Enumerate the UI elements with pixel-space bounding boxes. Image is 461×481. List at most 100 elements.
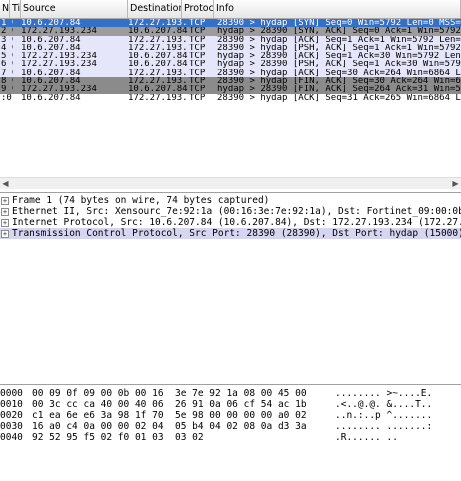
packet-number: 7 C [1,68,13,78]
packet-protocol: TCP [189,93,206,102]
detail-row-ethernet[interactable]: + Ethernet II, Src: Xensourc_7e:92:1a (0… [0,206,461,217]
packet-source: 10.6.207.84 [21,68,81,78]
packet-destination: 172.27.193.234 [128,35,188,44]
packet-info: 28390 > hydap [PSH, ACK] Seq=1 Ack=1 Win… [217,43,461,53]
packet-number: :0 C [1,93,13,102]
byte-ascii[interactable]: .R...... .. [335,432,398,443]
packet-info: hydap > 28390 [FIN, ACK] Seq=264 Ack=31 … [217,85,461,94]
packet-row[interactable]: 5 C 172.27.193.234 10.6.207.84TCP hydap > 2… [0,52,461,61]
packet-rows: 1 C10.6.207.84172.27.193.234TCP28390 > h… [0,19,461,102]
byte-ascii[interactable]: ........ .......: [335,421,432,432]
byte-ascii[interactable]: ........ >~....E. [335,388,432,399]
packet-source: 10.6.207.84 [21,93,81,102]
packet-destination: 172.27.193.234 [128,19,188,28]
packet-destination: 10.6.207.84 [128,27,188,36]
packet-row[interactable]: :0 C 10.6.207.84 172.27.193.234TCP 28390 > … [0,93,461,102]
packet-protocol: TCP [189,52,206,61]
packet-source: 172.27.193.234 [21,52,97,61]
detail-row-frame[interactable]: + Frame 1 (74 bytes on wire, 74 bytes ca… [0,195,461,206]
packet-destination: 10.6.207.84 [128,60,188,69]
column-header-protocol[interactable]: Protocol [182,0,214,18]
packet-row[interactable]: 7 C 10.6.207.84 172.27.193.234TCP 28390 > h… [0,68,461,78]
packet-number: 4 C [1,43,13,53]
column-header-no[interactable]: No. [0,0,10,18]
packet-row[interactable]: 1 C 10.6.207.84 172.27.193.234TCP 28390 > h… [0,19,461,28]
packet-row[interactable]: 2 C 172.27.193.234 10.6.207.84TCP hydap > 2… [0,27,461,36]
packet-info: hydap > 28390 [PSH, ACK] Seq=1 Ack=30 Wi… [217,60,461,69]
packet-number: 1 C [1,19,13,28]
byte-hex[interactable]: 00 3c cc ca 40 00 40 06 26 91 0a 06 cf 5… [32,399,307,410]
packet-info: 28390 > hydap [ACK] Seq=1 Ack=1 Win=5792… [217,35,461,44]
scroll-right-icon[interactable]: ▶ [450,178,461,189]
expand-plus-icon[interactable]: + [1,230,9,238]
packet-source: 10.6.207.84 [21,35,81,44]
packet-source: 172.27.193.234 [21,27,97,36]
packet-protocol: TCP [189,43,206,53]
packet-row[interactable]: 6 C 172.27.193.234 10.6.207.84TCP hydap > 2… [0,60,461,69]
detail-row-text: Frame 1 (74 bytes on wire, 74 bytes capt… [12,195,270,206]
byte-hex[interactable]: 00 09 0f 09 00 0b 00 16 3e 7e 92 1a 08 0… [32,388,307,399]
byte-offset[interactable]: 0030 [0,421,23,432]
packet-source: 10.6.207.84 [21,19,81,28]
packet-list-horizontal-scrollbar[interactable]: ◀ ▶ [0,177,461,189]
packet-source: 10.6.207.84 [21,43,81,53]
packet-info: 28390 > hydap [ACK] Seq=30 Ack=264 Win=6… [217,68,461,78]
packet-details-pane[interactable]: + Frame 1 (74 bytes on wire, 74 bytes ca… [0,192,461,383]
packet-row[interactable]: 3 C 10.6.207.84 172.27.193.234TCP 28390 > h… [0,35,461,44]
detail-row-ip[interactable]: + Internet Protocol, Src: 10.6.207.84 (1… [0,217,461,228]
packet-protocol: TCP [189,68,206,78]
packet-protocol: TCP [189,77,206,86]
packet-info: 28390 > hydap [ACK] Seq=31 Ack=265 Win=6… [217,93,461,102]
detail-row-text: Ethernet II, Src: Xensourc_7e:92:1a (00:… [12,206,461,217]
packet-destination: 172.27.193.234 [128,93,188,102]
packet-destination: 172.27.193.234 [128,68,188,78]
detail-row-text: Transmission Control Protocol, Src Port:… [12,228,461,239]
packet-list-pane[interactable]: No. Tim Source Destination Protocol Info… [0,0,461,192]
byte-offset[interactable]: 0040 [0,432,23,443]
packet-info: hydap > 28390 [SYN, ACK] Seq=0 Ack=1 Win… [217,27,461,36]
packet-bytes-pane[interactable]: 0000 00 09 0f 09 00 0b 00 16 3e 7e 92 1a … [0,384,461,481]
packet-protocol: TCP [189,85,206,94]
packet-row[interactable]: 4 C 10.6.207.84 172.27.193.234TCP 28390 > h… [0,43,461,53]
byte-offset[interactable]: 0000 [0,388,23,399]
expand-plus-icon[interactable]: + [1,208,9,216]
packet-list-header: No. Tim Source Destination Protocol Info [0,0,461,19]
scroll-left-icon[interactable]: ◀ [0,178,11,189]
packet-number: 3 C [1,35,13,44]
column-header-info[interactable]: Info [214,0,461,18]
detail-row-text: Internet Protocol, Src: 10.6.207.84 (10.… [12,217,461,228]
byte-hex[interactable]: 92 52 95 f5 02 f0 01 03 03 02 [32,432,204,443]
byte-ascii[interactable]: .<..@.@. &....T.. [335,399,432,410]
packet-protocol: TCP [189,27,206,36]
byte-hex[interactable]: 16 a0 c4 0a 00 00 02 04 05 b4 04 02 08 0… [32,421,307,432]
expand-plus-icon[interactable]: + [1,197,9,205]
packet-source: 172.27.193.234 [21,60,97,69]
packet-protocol: TCP [189,60,206,69]
column-header-source[interactable]: Source [21,0,128,18]
packet-number: 2 C [1,27,13,36]
byte-offset[interactable]: 0020 [0,410,23,421]
packet-number: 5 C [1,52,13,61]
packet-number: 6 C [1,60,13,69]
packet-row[interactable]: 8 C 10.6.207.84 172.27.193.234TCP 28390 > h… [0,77,461,86]
packet-row[interactable]: 9 C 172.27.193.234 10.6.207.84TCP hydap > 2… [0,85,461,94]
packet-info: hydap > 28390 [ACK] Seq=1 Ack=30 Win=579… [217,52,461,61]
packet-source: 10.6.207.84 [21,77,81,86]
packet-destination: 10.6.207.84 [128,85,188,94]
packet-protocol: TCP [189,35,206,44]
packet-destination: 172.27.193.234 [128,77,188,86]
detail-row-tcp[interactable]: + Transmission Control Protocol, Src Por… [0,228,461,239]
packet-number: 9 C [1,85,13,94]
byte-offset[interactable]: 0010 [0,399,23,410]
packet-protocol: TCP [189,19,206,28]
packet-source: 172.27.193.234 [21,85,97,94]
expand-plus-icon[interactable]: + [1,219,9,227]
column-header-destination[interactable]: Destination [128,0,182,18]
packet-info: 28390 > hydap [FIN, ACK] Seq=30 Ack=264 … [217,77,461,86]
byte-hex[interactable]: c1 ea 6e e6 3a 98 1f 70 5e 98 00 00 00 0… [32,410,307,421]
packet-destination: 10.6.207.84 [128,52,188,61]
packet-number: 8 C [1,77,13,86]
column-header-time[interactable]: Tim [10,0,21,18]
packet-destination: 172.27.193.234 [128,43,188,53]
byte-ascii[interactable]: ..n.:..p ^....... [335,410,432,421]
